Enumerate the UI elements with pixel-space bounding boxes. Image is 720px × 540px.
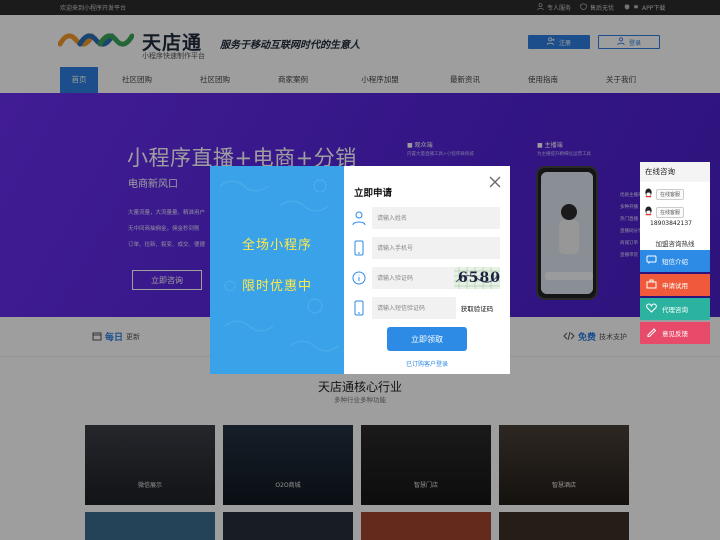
phone-icon — [352, 240, 366, 256]
submit-button[interactable]: 立即领取 — [387, 327, 467, 351]
side-panel-title: 在线咨询 — [640, 162, 710, 182]
phone-input[interactable] — [372, 237, 500, 259]
side-button-feedback[interactable]: 意见反馈 — [640, 322, 710, 344]
sms-code-input[interactable] — [372, 297, 456, 319]
name-input[interactable] — [372, 207, 500, 229]
side-button-intro[interactable]: 短信介绍 — [640, 250, 710, 272]
captcha-text: 6580 — [458, 270, 500, 286]
pen-icon — [646, 327, 657, 339]
info-icon — [352, 270, 366, 286]
qq-consult-button[interactable]: 在线客服 — [644, 188, 685, 200]
side-button-agent[interactable]: 代理咨询 — [640, 298, 710, 320]
side-button-trial[interactable]: 申请试用 — [640, 274, 710, 296]
phone-icon — [352, 300, 366, 316]
modal-title: 立即申请 — [354, 188, 393, 199]
close-icon[interactable] — [488, 175, 502, 189]
captcha-image[interactable]: 6580 — [454, 267, 500, 289]
qq-icon — [644, 188, 653, 200]
side-consult-panel: 在线咨询 在线客服 在线客服 18903842137 加盟咨询热线 短信介绍 申… — [640, 162, 710, 350]
promo-background — [219, 179, 339, 352]
promo-line-2: 限时优惠中 — [241, 279, 312, 294]
customer-login-link[interactable]: 已订购客户登录 — [344, 359, 510, 368]
phone-row — [350, 237, 500, 259]
message-icon — [646, 255, 657, 267]
promo-panel: 全场小程序 限时优惠中 — [210, 166, 344, 374]
briefcase-icon — [646, 279, 657, 291]
apply-modal: 全场小程序 限时优惠中 立即申请 6580 — [210, 166, 510, 374]
qq-consult-button[interactable]: 在线客服 — [644, 206, 685, 218]
promo-line-1: 全场小程序 — [241, 238, 312, 253]
side-hotline-number: 18903842137 — [650, 220, 692, 227]
apply-form: 立即申请 6580 — [344, 166, 510, 374]
user-icon — [352, 210, 366, 226]
name-row — [350, 207, 500, 229]
qq-icon — [644, 206, 653, 218]
heart-icon — [646, 303, 657, 315]
get-sms-code-button[interactable]: 获取验证码 — [457, 303, 497, 315]
captcha-input[interactable] — [372, 267, 456, 289]
